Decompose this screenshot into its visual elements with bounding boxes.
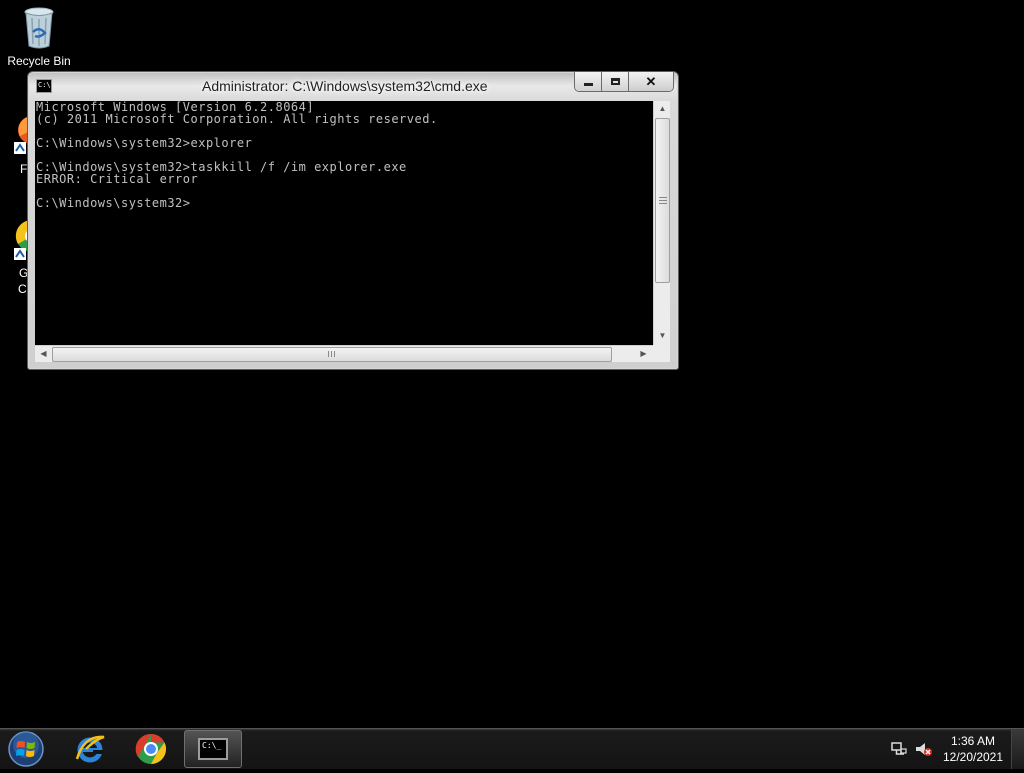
clock-date: 12/20/2021 (942, 750, 1004, 764)
grip-line (334, 351, 335, 357)
console-line: ERROR: Critical error (36, 172, 199, 186)
maximize-icon (610, 78, 620, 85)
grip-line (328, 351, 329, 357)
grip-line (331, 351, 332, 357)
desktop-icon-recycle-bin[interactable]: Recycle Bin (2, 4, 76, 68)
network-icon[interactable] (890, 740, 908, 758)
desktop-icon-partial-2-label-line2: C (18, 282, 27, 296)
close-button[interactable]: ✕ (629, 72, 673, 91)
volume-muted-icon[interactable] (914, 740, 934, 758)
minimize-icon (583, 83, 593, 86)
taskbar-internet-explorer[interactable] (64, 730, 116, 768)
grip-line (659, 203, 667, 204)
window-title: Administrator: C:\Windows\system32\cmd.e… (202, 78, 488, 94)
taskbar-cmd[interactable]: C:\_ (184, 730, 242, 768)
recycle-bin-icon (23, 6, 55, 50)
vertical-scroll-thumb[interactable] (655, 118, 670, 283)
start-button[interactable] (6, 730, 46, 768)
recycle-bin-label: Recycle Bin (7, 54, 71, 68)
ie-icon (75, 735, 105, 763)
console-output[interactable]: Microsoft Windows [Version 6.2.8064] (c)… (35, 101, 657, 345)
grip-line (659, 200, 667, 201)
scroll-left-arrow-icon[interactable]: ◀ (35, 349, 52, 358)
taskbar-chrome[interactable] (125, 730, 177, 768)
minimize-button[interactable] (575, 72, 602, 91)
cmd-window-icon[interactable]: C:\ (36, 79, 52, 93)
show-desktop-button[interactable] (1011, 729, 1024, 769)
console-line: (c) 2011 Microsoft Corporation. All righ… (36, 112, 438, 126)
cmd-icon: C:\_ (198, 738, 228, 760)
scroll-up-arrow-icon[interactable]: ▲ (654, 104, 671, 113)
horizontal-scroll-thumb[interactable] (52, 347, 612, 362)
title-bar[interactable]: C:\ Administrator: C:\Windows\system32\c… (28, 72, 678, 100)
scroll-down-arrow-icon[interactable]: ▼ (654, 331, 671, 340)
chrome-icon (135, 733, 166, 764)
horizontal-scrollbar[interactable]: ◀ ▶ (35, 345, 653, 362)
close-icon: ✕ (645, 73, 657, 89)
caption-buttons: ✕ (574, 72, 674, 92)
scroll-right-arrow-icon[interactable]: ▶ (635, 349, 652, 358)
clock[interactable]: 1:36 AM 12/20/2021 (940, 733, 1006, 765)
taskbar: C:\_ 1:36 AM 12/20/2021 (0, 728, 1024, 769)
windows-orb-icon (8, 731, 44, 767)
maximize-button[interactable] (602, 72, 629, 91)
scrollbar-corner (653, 345, 670, 362)
vertical-scrollbar[interactable]: ▲ ▼ (653, 101, 670, 345)
console-line: C:\Windows\system32>explorer (36, 136, 253, 150)
clock-time: 1:36 AM (950, 734, 996, 748)
cmd-window[interactable]: C:\ Administrator: C:\Windows\system32\c… (27, 71, 679, 370)
console-line: C:\Windows\system32> (36, 196, 191, 210)
grip-line (659, 197, 667, 198)
